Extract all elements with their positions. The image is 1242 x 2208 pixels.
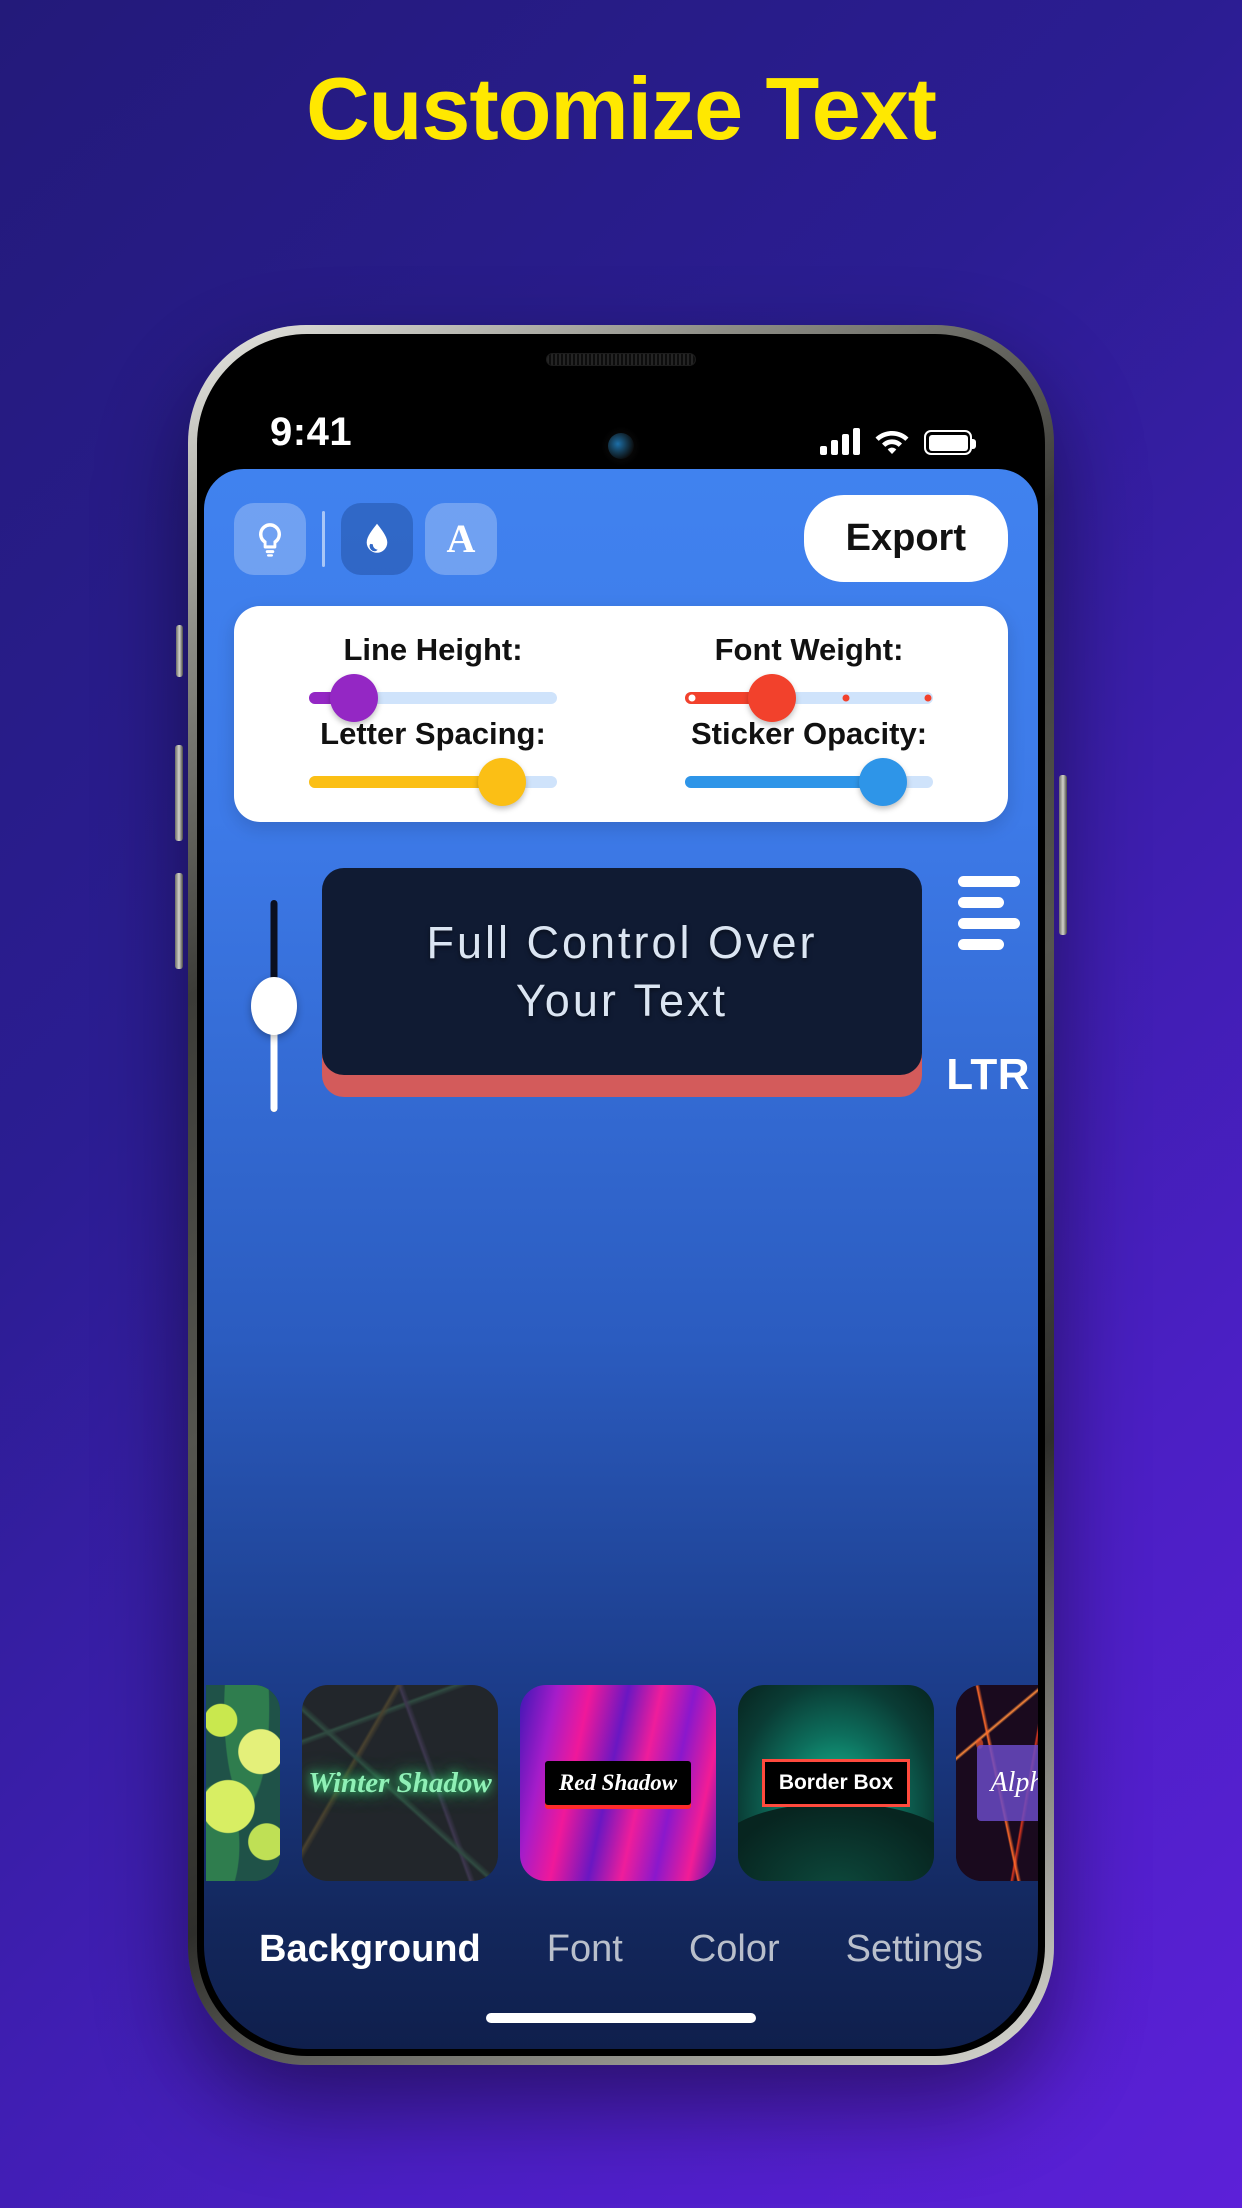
thumbnail-alpha[interactable]: Alph xyxy=(956,1685,1038,1881)
droplet-icon-button[interactable] xyxy=(341,502,413,575)
slider-label: Line Height: xyxy=(343,632,523,667)
status-icon-group xyxy=(820,427,976,455)
thumbnail-red-shadow[interactable]: Red Shadow xyxy=(520,1685,716,1881)
tab-color[interactable]: Color xyxy=(689,1928,780,1971)
letter-a-icon: A xyxy=(446,515,476,561)
volume-up-button[interactable] xyxy=(175,745,183,841)
slider-label: Sticker Opacity: xyxy=(690,716,928,751)
export-button[interactable]: Export xyxy=(803,495,1008,582)
power-button[interactable] xyxy=(1059,775,1067,935)
text-sticker-body[interactable]: Full Control Over Your Text xyxy=(322,868,922,1076)
text-sticker[interactable]: Full Control Over Your Text xyxy=(322,868,922,1098)
cellular-signal-icon xyxy=(820,427,860,455)
phone-screen: 9:41 A Export Line Height: Font Weight: … xyxy=(204,341,1038,2049)
slider-line-height: Line Height: xyxy=(250,632,616,722)
settings-panel: Line Height: Font Weight: Letter Spacing… xyxy=(234,606,1008,822)
slider-sticker-opacity: Sticker Opacity: xyxy=(626,716,992,806)
bottom-tab-bar: Background Font Color Settings xyxy=(204,1928,1038,1971)
tab-font[interactable]: Font xyxy=(547,1928,623,1971)
volume-down-button[interactable] xyxy=(175,873,183,969)
slider-letter-spacing: Letter Spacing: xyxy=(250,716,616,806)
text-align-icon[interactable] xyxy=(958,876,1020,960)
thumbnail-label: Alph xyxy=(976,1745,1038,1821)
notch xyxy=(481,341,761,387)
text-line-1: Full Control Over xyxy=(426,917,818,968)
front-camera-icon xyxy=(608,433,634,459)
tab-background[interactable]: Background xyxy=(259,1928,481,1971)
letter-spacing-slider-track[interactable] xyxy=(309,758,557,806)
line-height-slider-knob[interactable] xyxy=(329,674,378,722)
lightbulb-icon xyxy=(259,522,281,557)
droplet-icon xyxy=(366,523,388,553)
text-line-2: Your Text xyxy=(515,974,729,1026)
vertical-position-slider[interactable] xyxy=(251,900,297,1112)
letter-a-icon-button[interactable]: A xyxy=(425,502,497,575)
thumbnail-label: Border Box xyxy=(761,1759,911,1807)
slider-font-weight: Font Weight: xyxy=(626,632,992,722)
status-clock: 9:41 xyxy=(270,410,353,454)
thumbnail-label: Red Shadow xyxy=(544,1761,692,1805)
font-weight-slider-knob[interactable] xyxy=(747,674,796,722)
phone-bezel: 9:41 A Export Line Height: Font Weight: … xyxy=(197,334,1045,2056)
sticker-opacity-slider-track[interactable] xyxy=(685,758,933,806)
text-canvas: Full Control Over Your Text LTR xyxy=(204,832,1038,1472)
lightbulb-icon-button[interactable] xyxy=(234,502,306,575)
page-title: Customize Text xyxy=(306,59,937,158)
tool-button-group: A xyxy=(234,502,497,575)
home-indicator[interactable] xyxy=(486,2013,756,2023)
wifi-icon xyxy=(874,428,910,455)
earpiece-speaker xyxy=(546,353,696,366)
line-height-slider-track[interactable] xyxy=(309,674,557,722)
app-container: A Export Line Height: Font Weight: Lette… xyxy=(204,469,1038,2049)
background-thumbnail-list[interactable]: Winter Shadow Red Shadow Border Box Alph xyxy=(204,1685,1038,1881)
phone-frame: 9:41 A Export Line Height: Font Weight: … xyxy=(175,325,1067,2065)
text-direction-label[interactable]: LTR xyxy=(946,1050,1030,1100)
slider-label: Font Weight: xyxy=(714,632,904,667)
font-weight-slider-track[interactable] xyxy=(685,674,933,722)
thumbnail-lemon[interactable] xyxy=(206,1685,280,1881)
sticker-opacity-slider-knob[interactable] xyxy=(859,758,908,806)
silent-switch[interactable] xyxy=(176,625,183,677)
letter-spacing-slider-knob[interactable] xyxy=(478,758,527,806)
vertical-slider-knob[interactable] xyxy=(251,977,297,1035)
tab-settings[interactable]: Settings xyxy=(846,1928,983,1971)
thumbnail-label: Winter Shadow xyxy=(308,1766,492,1799)
app-toolbar: A Export xyxy=(204,469,1038,582)
battery-full-icon xyxy=(924,430,976,455)
thumbnail-border-box[interactable]: Border Box xyxy=(738,1685,934,1881)
toolbar-divider xyxy=(322,510,325,567)
thumbnail-winter-shadow[interactable]: Winter Shadow xyxy=(302,1685,498,1881)
